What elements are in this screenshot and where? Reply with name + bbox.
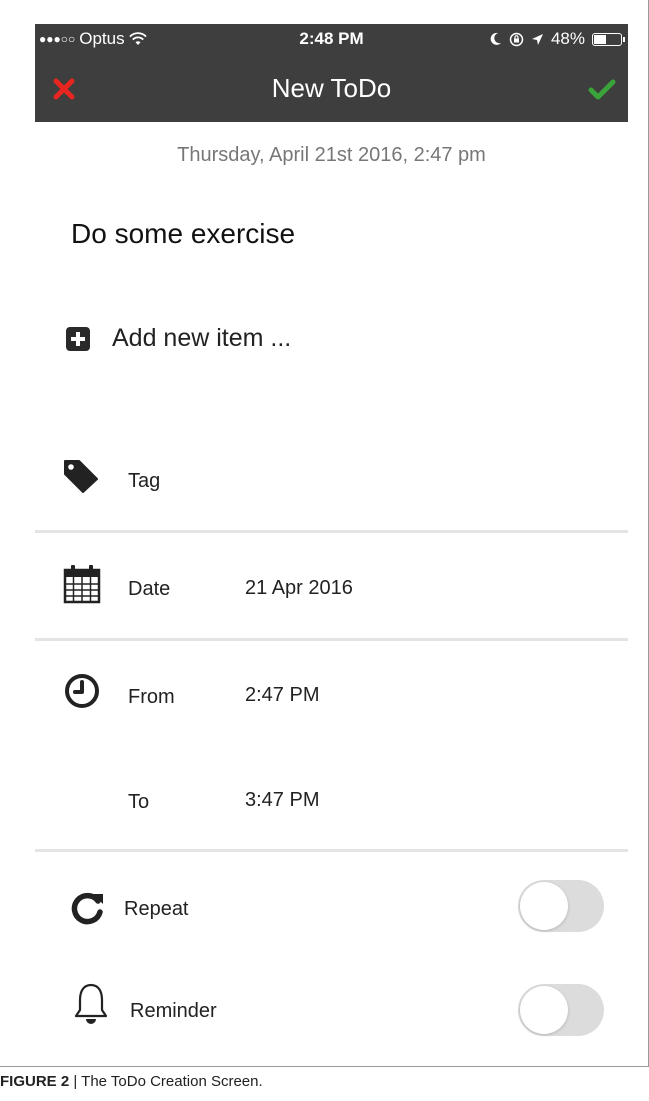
from-value: 2:47 PM — [245, 684, 320, 706]
reminder-label: Reminder — [130, 1000, 217, 1022]
date-value: 21 Apr 2016 — [245, 577, 353, 599]
tag-row[interactable]: Tag — [35, 442, 628, 528]
from-time-row[interactable]: From 2:47 PM — [35, 652, 628, 746]
battery-fill — [594, 34, 607, 44]
nav-bar: New ToDo — [35, 54, 628, 122]
figure-caption: FIGURE 2 | The ToDo Creation Screen. — [0, 1073, 263, 1090]
repeat-row: Repeat — [35, 864, 628, 960]
figure-label: FIGURE 2 — [0, 1073, 70, 1090]
caption-separator: | — [69, 1073, 82, 1090]
status-right: 48% — [489, 29, 625, 49]
tag-label: Tag — [128, 470, 161, 492]
repeat-icon — [71, 892, 103, 925]
phone-screen: ●●●○○ Optus 2:48 PM 48% New ToDo Thursda… — [35, 24, 628, 1066]
battery-percent: 48% — [550, 29, 585, 48]
add-item-label: Add new item ... — [112, 324, 292, 352]
divider — [35, 849, 628, 852]
rotation-lock-icon — [509, 32, 524, 46]
page-title: New ToDo — [271, 73, 392, 103]
bell-icon — [74, 983, 108, 1024]
battery-icon — [592, 32, 625, 46]
caption-text: The ToDo Creation Screen. — [81, 1073, 263, 1090]
reminder-row: Reminder — [35, 970, 628, 1066]
created-timestamp: Thursday, April 21st 2016, 2:47 pm — [177, 144, 486, 166]
toggle-knob — [520, 882, 568, 930]
divider — [35, 638, 628, 641]
checkmark-icon — [588, 79, 616, 100]
clock-icon — [65, 674, 99, 708]
from-label: From — [128, 686, 175, 708]
date-label: Date — [128, 578, 171, 600]
add-item-button[interactable]: Add new item ... — [66, 324, 291, 353]
calendar-icon — [63, 565, 101, 604]
date-row[interactable]: Date 21 Apr 2016 — [35, 544, 628, 636]
repeat-toggle[interactable] — [518, 880, 604, 932]
tag-icon — [64, 460, 98, 493]
repeat-label: Repeat — [124, 898, 189, 920]
to-value: 3:47 PM — [245, 789, 320, 811]
status-bar: ●●●○○ Optus 2:48 PM 48% — [35, 24, 628, 54]
todo-title-input[interactable]: Do some exercise — [71, 218, 295, 250]
plus-square-icon — [66, 326, 90, 351]
to-time-row[interactable]: To 3:47 PM — [35, 754, 628, 848]
save-button[interactable] — [586, 76, 618, 102]
location-arrow-icon — [531, 33, 543, 45]
reminder-toggle[interactable] — [518, 984, 604, 1036]
toggle-knob — [520, 986, 568, 1034]
divider — [35, 530, 628, 533]
moon-icon — [490, 32, 501, 45]
to-label: To — [128, 791, 150, 813]
